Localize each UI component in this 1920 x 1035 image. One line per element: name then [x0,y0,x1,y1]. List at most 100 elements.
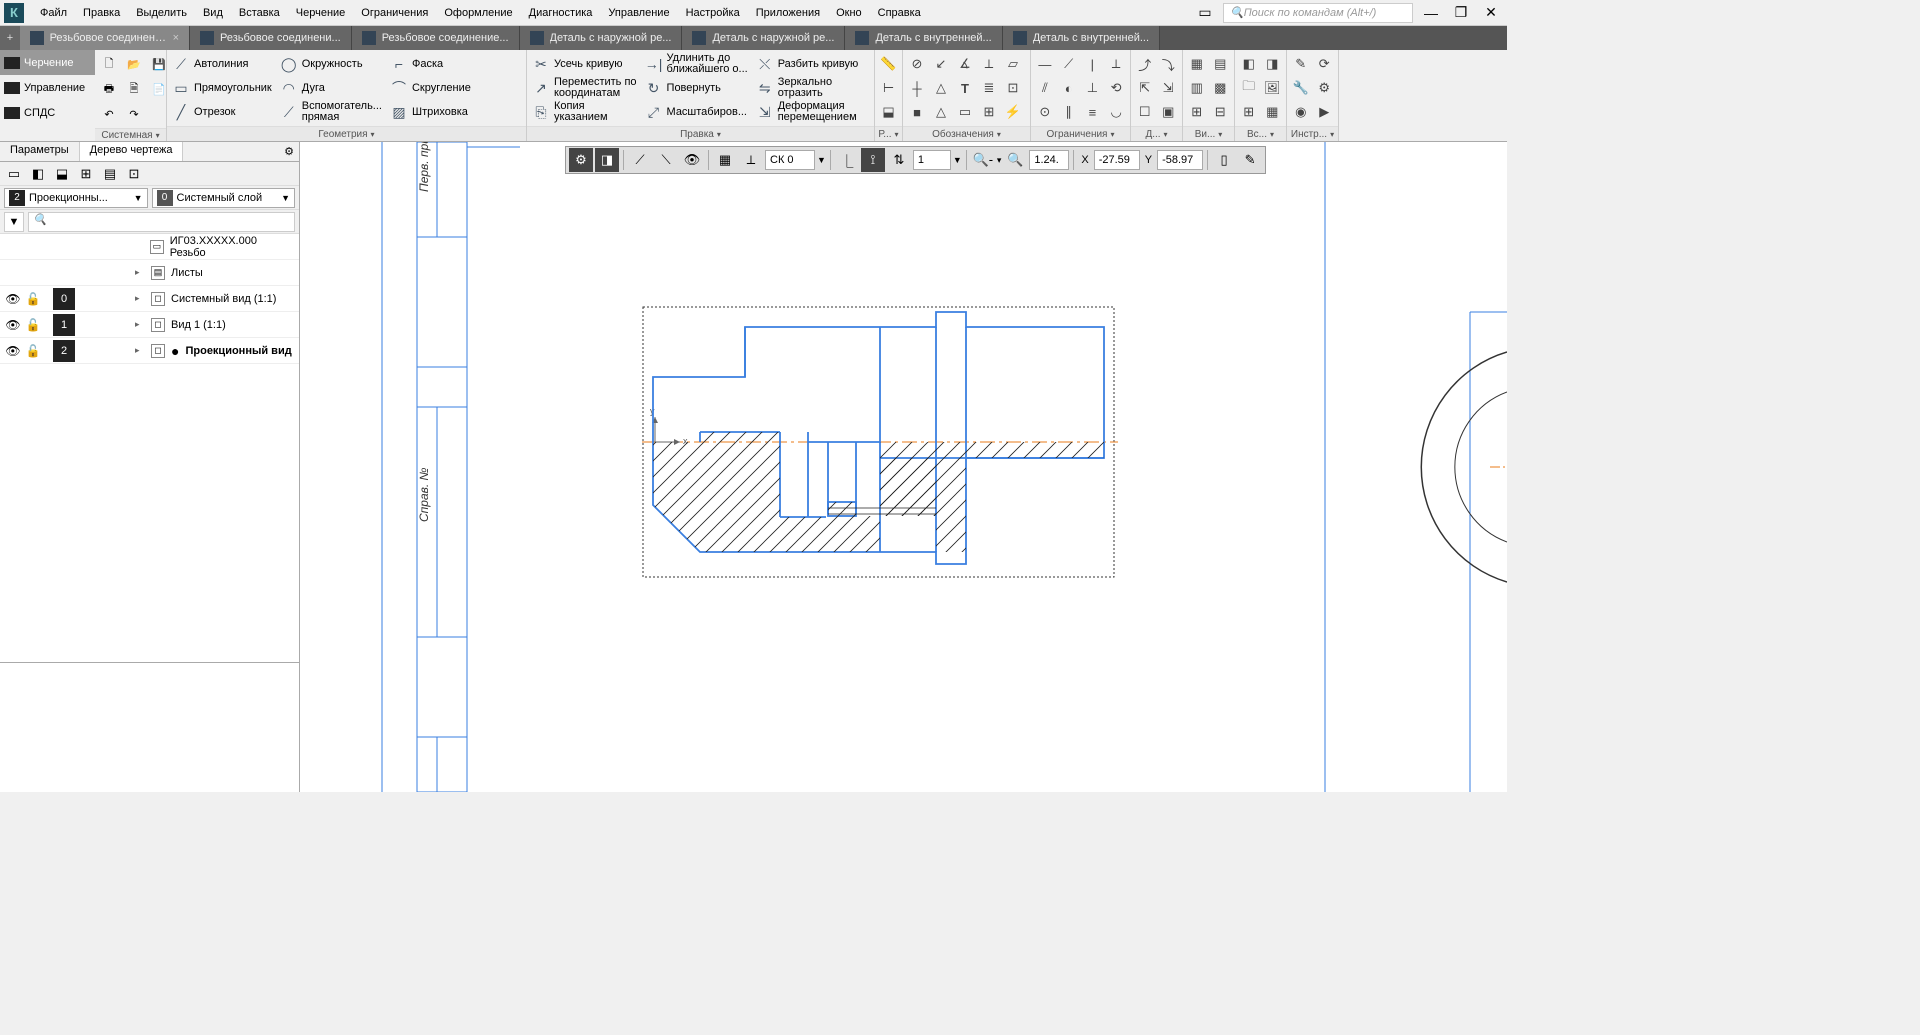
tool-6[interactable]: ▶ [1313,100,1337,124]
lock-icon[interactable]: 🔓 [26,292,40,306]
con-6[interactable]: ◐ [1057,76,1081,100]
diag-3[interactable]: ⇱ [1133,76,1157,100]
con-4[interactable]: ⟂ [1104,52,1128,76]
new-tab-button[interactable]: + [0,26,20,50]
view-combo[interactable]: 2 Проекционны... ▼ [4,188,148,208]
menu-format[interactable]: Оформление [436,3,520,23]
tool-2[interactable]: ⟳ [1313,52,1337,76]
menu-edit[interactable]: Правка [75,3,128,23]
dim-icon-2[interactable]: ⊢ [877,76,900,100]
con-5[interactable]: ⫽ [1033,76,1057,100]
tree-i4[interactable]: ⊞ [76,164,96,184]
group-views[interactable]: Ви...▾ [1183,126,1234,141]
tool-3[interactable]: 🔧 [1289,76,1313,100]
con-2[interactable]: ⟋ [1057,52,1081,76]
view-5[interactable]: ⊞ [1185,100,1209,124]
filter-icon[interactable]: ▼ [4,212,24,232]
diag-6[interactable]: ▣ [1157,100,1181,124]
cmd-autoline[interactable]: ⟋Автолиния [169,52,276,76]
dim-icon-1[interactable]: 📏 [877,52,900,76]
cmd-mirror[interactable]: ⇋Зеркально отразить [753,76,863,100]
tree-view1[interactable]: 👁🔓1 ▸◻Вид 1 (1:1) [0,312,299,338]
menu-select[interactable]: Выделить [128,3,195,23]
annot-1[interactable]: ⊘ [905,52,929,76]
tab-close-icon[interactable]: × [173,32,179,44]
view-2[interactable]: ▤ [1209,52,1233,76]
doc-tab-2[interactable]: Резьбовое соединение... [352,26,520,50]
doc-tab-3[interactable]: Деталь с наружной ре... [520,26,683,50]
layout-icon[interactable]: ▭ [1193,4,1217,22]
doc-tab-1[interactable]: Резьбовое соединени... [190,26,352,50]
menu-draw[interactable]: Черчение [288,3,354,23]
cmd-rotate[interactable]: ↻Повернуть [642,76,752,100]
menu-diagnostics[interactable]: Диагностика [521,3,601,23]
tree-i1[interactable]: ▭ [4,164,24,184]
tree-i5[interactable]: ▤ [100,164,120,184]
diag-5[interactable]: ☐ [1133,100,1157,124]
annot-3[interactable]: ∡ [953,52,977,76]
tool-5[interactable]: ◉ [1289,100,1313,124]
mode-manage[interactable]: Управление [0,75,95,100]
group-insert[interactable]: Вс...▾ [1235,126,1286,141]
menu-window[interactable]: Окно [828,3,870,23]
tree-sheets[interactable]: ▸▤Листы [0,260,299,286]
tool-1[interactable]: ✎ [1289,52,1313,76]
annot-2[interactable]: ↙ [929,52,953,76]
menu-file[interactable]: Файл [32,3,75,23]
eye-icon[interactable]: 👁 [6,344,20,358]
tree-i6[interactable]: ⊡ [124,164,144,184]
view-4[interactable]: ▩ [1209,76,1233,100]
cmd-extend[interactable]: →|Удлинить до ближайшего о... [642,52,752,76]
tree-i3[interactable]: ⬓ [52,164,72,184]
menu-manage[interactable]: Управление [600,3,677,23]
group-annotations[interactable]: Обозначения▾ [903,126,1030,141]
cmd-scale[interactable]: ⤢Масштабиров... [642,100,752,124]
cmd-aux-line[interactable]: ⟋Вспомогатель... прямая [277,100,386,124]
open-icon[interactable]: 📂 [122,52,146,76]
tree-projview[interactable]: 👁🔓2 ▸◻●Проекционный вид [0,338,299,364]
ins-2[interactable]: ◨ [1261,52,1285,76]
annot-4[interactable]: ⟂ [977,52,1001,76]
cmd-split[interactable]: ⤬Разбить кривую [753,52,863,76]
view-3[interactable]: ▥ [1185,76,1209,100]
menu-apps[interactable]: Приложения [748,3,828,23]
maximize-button[interactable]: ❐ [1449,4,1473,22]
cmd-deform[interactable]: ⇲Деформация перемещением [753,100,863,124]
print-icon[interactable]: 🖶 [97,77,121,101]
eye-icon[interactable]: 👁 [6,318,20,332]
annot-10[interactable]: ⊡ [1001,76,1025,100]
doc-tab-4[interactable]: Деталь с наружной ре... [682,26,845,50]
mode-spds[interactable]: СПДС [0,100,95,125]
tool-4[interactable]: ⚙ [1313,76,1337,100]
con-8[interactable]: ⟲ [1104,76,1128,100]
canvas[interactable]: ⚙ ◨ ⟋ ⟍ 👁 ▦ ⟂ ▼ ⎿ ⟟ ⇅ ▼ 🔍- ▾ 🔍 X Y [300,142,1507,792]
annot-11[interactable]: ■ [905,100,929,124]
annot-5[interactable]: ▱ [1001,52,1025,76]
con-7[interactable]: ⊥ [1081,76,1105,100]
diag-1[interactable]: ⤴ [1133,52,1157,76]
con-9[interactable]: ⊙ [1033,100,1057,124]
ins-5[interactable]: ⊞ [1237,100,1261,124]
group-diag[interactable]: Д...▾ [1131,126,1182,141]
annot-6[interactable]: ┼ [905,76,929,100]
ins-4[interactable]: 🖼 [1261,76,1285,100]
menu-view[interactable]: Вид [195,3,231,23]
annot-13[interactable]: ▭ [953,100,977,124]
tree-sysview[interactable]: 👁🔓0 ▸◻Системный вид (1:1) [0,286,299,312]
cmd-fillet[interactable]: ⌒Скругление [387,76,475,100]
tree-root[interactable]: ▭ ИГ03.ХХХХХ.000 Резьбо [0,234,299,260]
close-button[interactable]: ✕ [1479,4,1503,22]
annot-15[interactable]: ⚡ [1001,100,1025,124]
lock-icon[interactable]: 🔓 [26,318,40,332]
undo-icon[interactable]: ↶ [97,102,121,126]
annot-7[interactable]: △ [929,76,953,100]
annot-14[interactable]: ⊞ [977,100,1001,124]
menu-help[interactable]: Справка [870,3,929,23]
cmd-trim[interactable]: ✂Усечь кривую [529,52,641,76]
menu-settings[interactable]: Настройка [678,3,748,23]
cmd-hatch[interactable]: ▨Штриховка [387,100,475,124]
annot-9[interactable]: ≣ [977,76,1001,100]
con-11[interactable]: ≡ [1081,100,1105,124]
ins-1[interactable]: ◧ [1237,52,1261,76]
dim-icon-3[interactable]: ⬓ [877,100,900,124]
